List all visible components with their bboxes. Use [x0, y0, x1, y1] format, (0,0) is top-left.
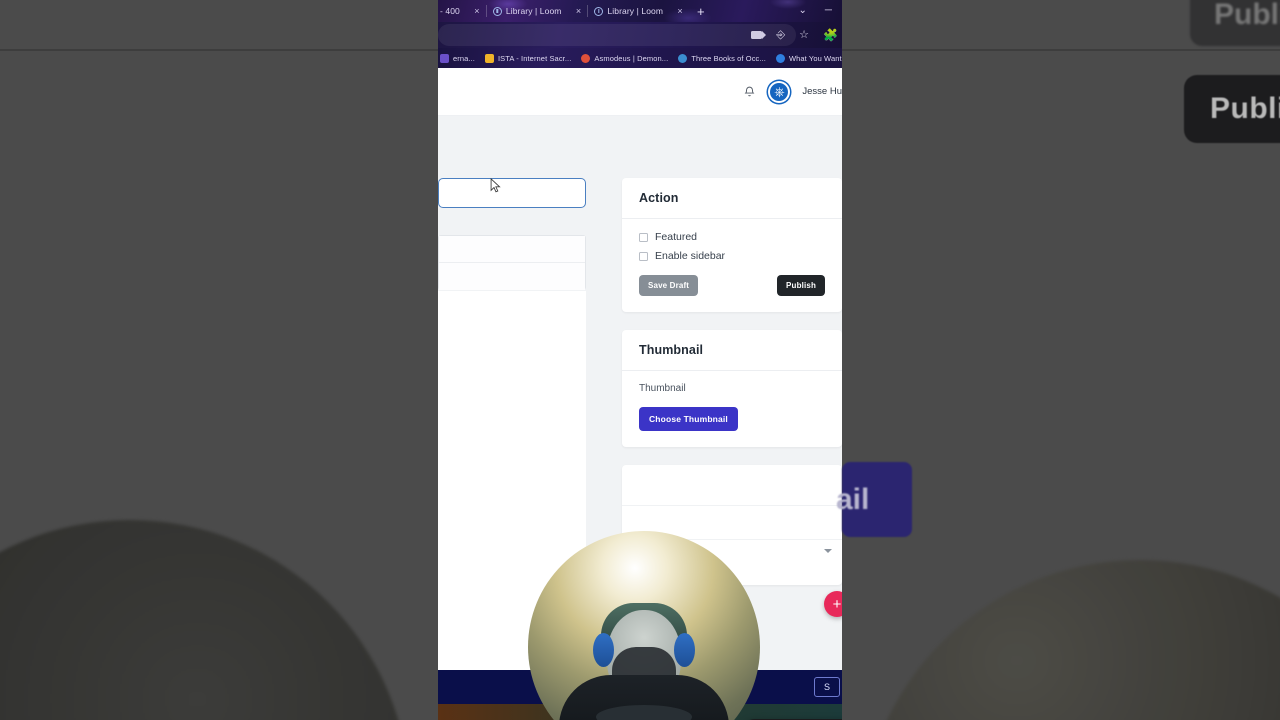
bookmark-favicon-icon	[581, 53, 591, 63]
mouse-cursor-icon	[490, 177, 501, 193]
tab-title: - 400	[440, 6, 460, 16]
thumbnail-card-title: Thumbnail	[622, 330, 842, 371]
thumbnail-card: Thumbnail Thumbnail Choose Thumbnail	[622, 330, 842, 447]
window-controls: ⌄ ─	[799, 6, 842, 16]
bookmark-star-icon[interactable]: ☆	[799, 29, 809, 41]
bookmark-item[interactable]: erna...	[440, 53, 475, 63]
app-header: ⎈ Jesse Hu	[438, 68, 842, 116]
tab-title: Library | Loom	[607, 6, 664, 16]
enable-sidebar-checkbox[interactable]	[639, 251, 648, 261]
user-name-label: Jesse Hu	[802, 86, 842, 97]
featured-checkbox[interactable]	[639, 232, 648, 242]
browser-tab-0[interactable]: - 400 ×	[438, 0, 486, 22]
user-avatar-icon[interactable]: ⎈	[768, 80, 791, 103]
featured-label: Featured	[655, 231, 698, 243]
new-tab-button[interactable]: +	[689, 5, 713, 18]
editor-toolbar-row[interactable]	[439, 263, 585, 290]
enable-sidebar-label: Enable sidebar	[655, 250, 726, 262]
tab-close-icon[interactable]: ×	[472, 6, 482, 16]
bookmark-item[interactable]: What You Want	[775, 53, 842, 63]
bookmark-item[interactable]: Three Books of Occ...	[678, 53, 766, 63]
action-card-title: Action	[622, 178, 842, 219]
loom-favicon-icon	[492, 6, 502, 16]
choose-thumbnail-button[interactable]: Choose Thumbnail	[639, 407, 738, 431]
enable-sidebar-checkbox-row[interactable]: Enable sidebar	[639, 250, 825, 262]
video-camera-icon[interactable]	[751, 31, 767, 39]
browser-toolbar: ⎆ ☆ 🧩	[438, 22, 842, 48]
magnified-webcam-bubble-left	[0, 520, 410, 720]
browser-window: - 400 × Library | Loom × Library | Loom …	[438, 0, 842, 720]
bookmark-label: erna...	[453, 53, 475, 63]
tab-close-icon[interactable]: ×	[675, 6, 685, 16]
magnified-webcam-bubble-right	[860, 560, 1280, 720]
editor-toolbar-card	[438, 235, 586, 290]
webcam-headphone-right	[674, 633, 696, 668]
bell-icon[interactable]	[743, 85, 756, 99]
meta-row[interactable]	[622, 465, 842, 505]
magnified-publish-button-top: Publish	[1190, 0, 1280, 46]
chevron-down-icon[interactable]	[824, 549, 832, 553]
bookmarks-bar: erna... ISTA - Internet Sacr... Asmodeus…	[438, 48, 842, 68]
browser-tab-1[interactable]: Library | Loom ×	[487, 0, 588, 22]
bookmark-label: What You Want	[788, 53, 842, 63]
webcam-headphone-left	[592, 633, 614, 668]
magnified-publish-label: Publish	[1210, 92, 1280, 125]
bookmark-favicon-icon	[440, 53, 449, 63]
magnified-publish-button: Publish	[1184, 75, 1280, 143]
editor-toolbar-row[interactable]	[439, 236, 585, 263]
matte-seam-left	[0, 49, 438, 51]
bookmark-item[interactable]: ISTA - Internet Sacr...	[484, 53, 572, 63]
web-page: ⎈ Jesse Hu Action Featured Enable sideba…	[438, 68, 842, 720]
publish-button[interactable]: Publish	[777, 275, 825, 296]
floating-action-button[interactable]: +	[824, 591, 842, 617]
save-draft-button[interactable]: Save Draft	[639, 275, 699, 296]
action-card: Action Featured Enable sidebar Save Draf…	[622, 178, 842, 312]
thumbnail-card-body: Thumbnail Choose Thumbnail	[622, 371, 842, 447]
bookmark-label: ISTA - Internet Sacr...	[497, 53, 572, 63]
bookmark-favicon-icon	[775, 53, 785, 63]
magnified-publish-label-top: Publish	[1214, 0, 1280, 31]
bookmark-label: Asmodeus | Demon...	[594, 53, 669, 63]
bookmark-favicon-icon	[678, 53, 688, 63]
bookmark-item[interactable]: Asmodeus | Demon...	[581, 53, 669, 63]
editor-left-column	[438, 178, 588, 290]
thumbnail-field-label: Thumbnail	[639, 383, 686, 394]
bookmark-label: Three Books of Occ...	[691, 53, 766, 63]
screen-root: - 400 × Library | Loom × Library | Loom …	[0, 0, 1280, 720]
bookmark-favicon-icon	[484, 53, 494, 63]
extensions-puzzle-icon[interactable]: 🧩	[823, 28, 838, 42]
browser-tab-2[interactable]: Library | Loom ×	[588, 0, 689, 22]
loom-favicon-icon	[594, 6, 604, 16]
tab-search-chevron-down-icon[interactable]: ⌄	[799, 6, 807, 16]
action-card-body: Featured Enable sidebar Save Draft Publi…	[622, 219, 842, 312]
magnified-choose-thumbnail-button: ail	[836, 462, 912, 537]
featured-checkbox-row[interactable]: Featured	[639, 231, 825, 243]
tab-close-icon[interactable]: ×	[573, 6, 583, 16]
footer-button[interactable]: S	[813, 677, 840, 697]
share-icon[interactable]: ⎆	[776, 29, 785, 41]
tab-title: Library | Loom	[505, 6, 562, 16]
page-body: Action Featured Enable sidebar Save Draf…	[438, 116, 842, 720]
matte-seam-right	[842, 49, 1280, 51]
browser-tabstrip: - 400 × Library | Loom × Library | Loom …	[438, 0, 842, 22]
post-title-input[interactable]	[438, 178, 586, 208]
action-card-buttons: Save Draft Publish	[639, 275, 825, 296]
window-minimize-icon[interactable]: ─	[825, 6, 832, 16]
